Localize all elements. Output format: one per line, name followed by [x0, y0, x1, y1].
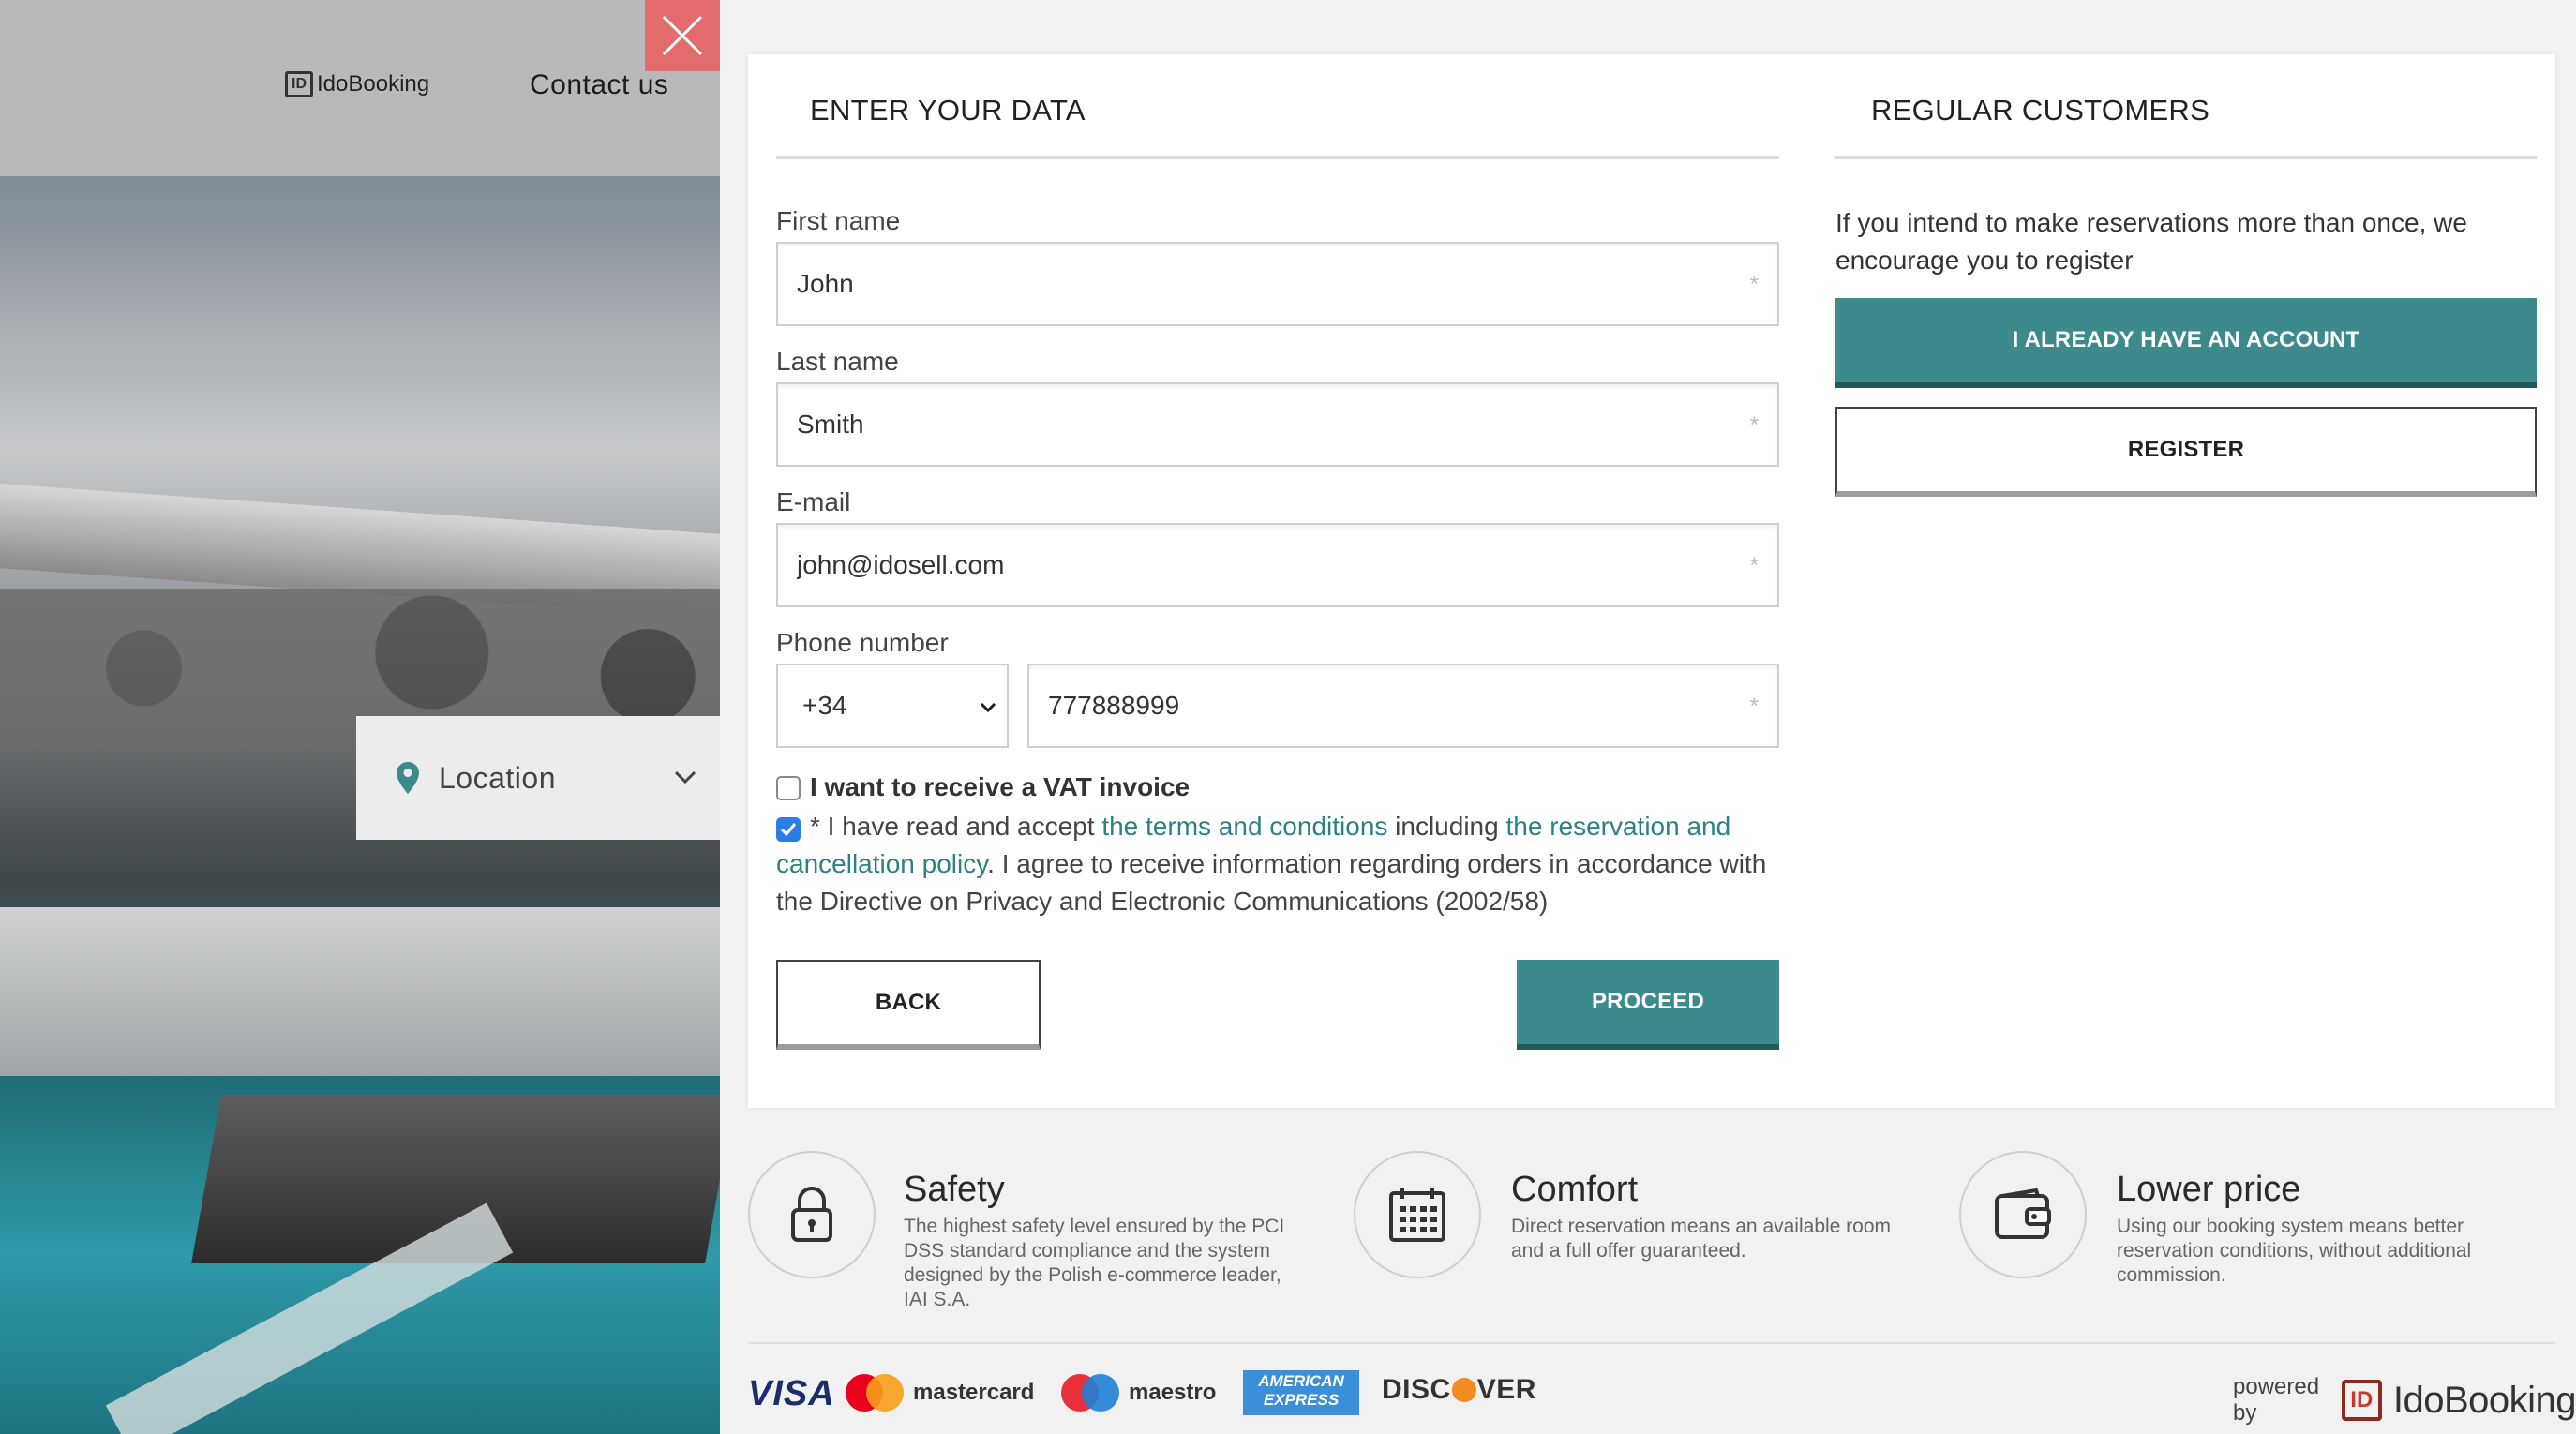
vat-label: I want to receive a VAT invoice: [810, 769, 1190, 806]
data-card: ENTER YOUR DATA First name * Last name *…: [748, 54, 2555, 1108]
logo-mark-icon: ID: [285, 71, 313, 97]
wallet-icon: [1995, 1188, 2051, 1239]
chevron-down-icon: [980, 702, 996, 713]
discover-text-b: VER: [1476, 1374, 1536, 1405]
last-name-field[interactable]: *: [776, 382, 1779, 467]
mastercard-logo: mastercard: [846, 1374, 1034, 1412]
discover-text-a: DISC: [1382, 1374, 1451, 1405]
price-feature-icon-wrap: [1959, 1151, 2087, 1278]
close-button[interactable]: [645, 0, 720, 71]
maestro-icon: [1061, 1374, 1119, 1412]
terms-text: * I have read and accept the terms and c…: [776, 808, 1789, 920]
calendar-icon: [1389, 1188, 1445, 1242]
powered-by-brand[interactable]: IdoBooking: [2393, 1380, 2576, 1422]
terms-link[interactable]: the terms and conditions: [1101, 812, 1387, 841]
divider: [1835, 156, 2537, 159]
feature-title: Safety: [904, 1170, 1005, 1209]
phone-number-input[interactable]: [1048, 691, 1690, 721]
amex-logo: AMERICAN EXPRESS: [1243, 1370, 1359, 1415]
required-mark: *: [1749, 272, 1759, 297]
divider: [748, 1342, 2555, 1344]
feature-title: Lower price: [2117, 1170, 2301, 1209]
powered-by: powered by ID IdoBooking: [2233, 1374, 2576, 1427]
vat-checkbox[interactable]: [776, 776, 801, 800]
booking-panel: ENTER YOUR DATA First name * Last name *…: [720, 0, 2576, 1434]
feature-description: The highest safety level ensured by the …: [904, 1216, 1285, 1310]
required-mark: *: [1749, 412, 1759, 438]
email-field[interactable]: *: [776, 523, 1779, 607]
phone-number-field[interactable]: *: [1027, 664, 1779, 748]
register-button[interactable]: REGISTER: [1835, 407, 2537, 497]
site-logo[interactable]: ID IdoBooking: [285, 71, 429, 97]
lock-icon: [791, 1187, 832, 1242]
phone-prefix-select[interactable]: +34: [776, 664, 1009, 748]
last-name-label: Last name: [776, 347, 899, 376]
site-logo-text: IdoBooking: [317, 71, 430, 97]
phone-label: Phone number: [776, 628, 949, 657]
maestro-logo: maestro: [1061, 1374, 1216, 1412]
feature-title: Comfort: [1511, 1170, 1639, 1209]
powered-by-label: powered by: [2233, 1374, 2320, 1426]
terms-middle: including: [1387, 812, 1506, 841]
safety-feature-icon-wrap: [748, 1151, 876, 1278]
comfort-feature-icon-wrap: [1354, 1151, 1481, 1278]
back-button[interactable]: BACK: [776, 960, 1041, 1050]
feature-description: Direct reservation means an available ro…: [1511, 1216, 1892, 1262]
mastercard-text: mastercard: [913, 1380, 1035, 1405]
divider: [776, 156, 1779, 159]
amex-line2: EXPRESS: [1263, 1391, 1340, 1409]
close-icon: [662, 15, 703, 56]
maestro-text: maestro: [1129, 1380, 1217, 1405]
vat-label-text: I want to receive a VAT invoice: [810, 772, 1191, 801]
discover-dot-icon: [1451, 1378, 1476, 1402]
visa-logo: VISA: [748, 1374, 835, 1413]
location-dropdown[interactable]: Location: [356, 716, 720, 840]
email-label: E-mail: [776, 487, 851, 516]
phone-prefix-value: +34: [802, 691, 847, 720]
required-mark: *: [1749, 553, 1759, 578]
map-pin-icon: [397, 762, 419, 794]
feature-description: Using our booking system means better re…: [2117, 1216, 2472, 1286]
background-page: ID IdoBooking Contact us Location: [0, 0, 720, 1434]
site-header: ID IdoBooking Contact us: [0, 0, 720, 176]
terms-prefix: * I have read and accept: [810, 812, 1102, 841]
form-title: ENTER YOUR DATA: [810, 94, 1086, 127]
last-name-input[interactable]: [797, 410, 1660, 440]
register-intro: If you intend to make reservations more …: [1835, 208, 2467, 275]
email-input[interactable]: [797, 550, 1660, 580]
idobooking-mark-icon: ID: [2341, 1380, 2382, 1421]
login-button[interactable]: I ALREADY HAVE AN ACCOUNT: [1835, 298, 2537, 388]
regular-customers-title: REGULAR CUSTOMERS: [1871, 94, 2210, 127]
required-mark: *: [1749, 694, 1759, 719]
discover-logo: DISC VER: [1382, 1374, 1536, 1406]
first-name-input[interactable]: [797, 269, 1660, 299]
location-label: Location: [439, 760, 556, 795]
contact-us-link[interactable]: Contact us: [530, 69, 668, 101]
amex-line1: AMERICAN: [1258, 1372, 1344, 1390]
first-name-field[interactable]: *: [776, 242, 1779, 326]
first-name-label: First name: [776, 206, 901, 235]
proceed-button[interactable]: PROCEED: [1517, 960, 1779, 1050]
chevron-down-icon: [674, 770, 696, 784]
mastercard-icon: [846, 1374, 904, 1412]
